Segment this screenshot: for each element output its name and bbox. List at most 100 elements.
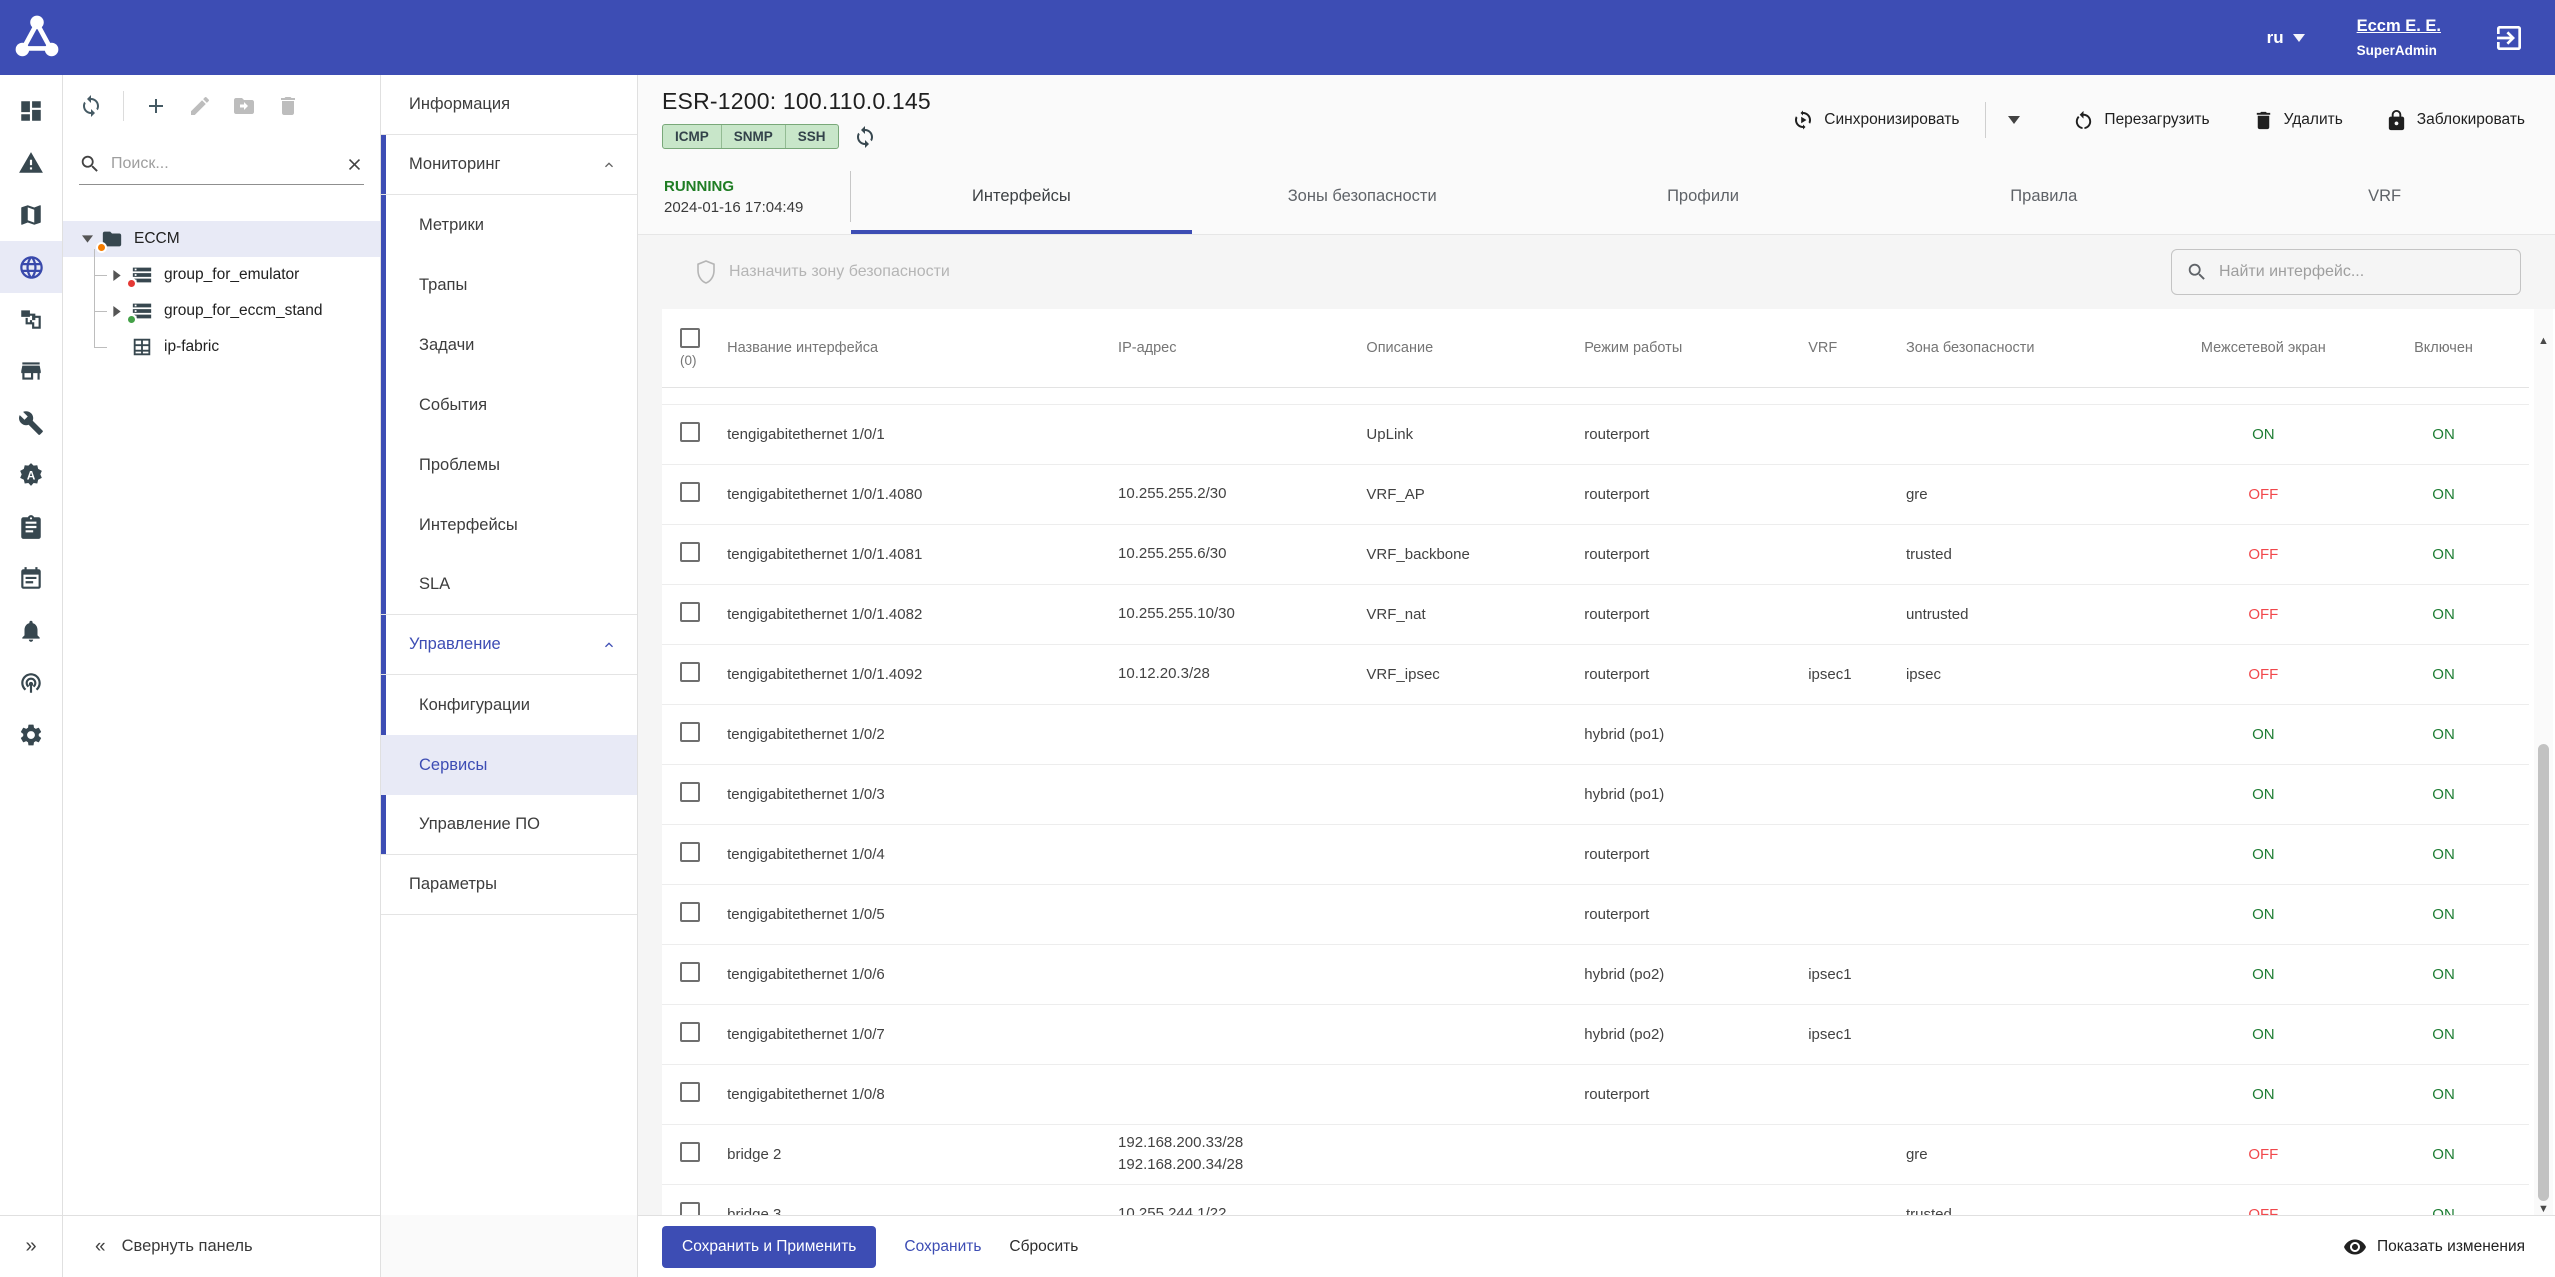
table-row[interactable]: tengigabitethernet 1/0/1 UpLink routerpo…: [662, 404, 2529, 464]
table-row[interactable]: bridge 2 192.168.200.33/28192.168.200.34…: [662, 1124, 2529, 1184]
save-and-apply-button[interactable]: Сохранить и Применить: [662, 1226, 876, 1268]
nav-item-management[interactable]: Управление: [381, 615, 637, 675]
col-firewall[interactable]: Межсетевой экран: [2169, 309, 2366, 387]
row-checkbox[interactable]: [680, 962, 700, 982]
refresh-tree-icon[interactable]: [79, 94, 103, 118]
synchronize-button[interactable]: Синхронизировать: [1791, 108, 1959, 132]
table-row[interactable]: tengigabitethernet 1/0/1.4092 10.12.20.3…: [662, 644, 2529, 704]
table-row[interactable]: tengigabitethernet 1/0/4 routerport ON O…: [662, 824, 2529, 884]
caret-right-icon[interactable]: [107, 270, 127, 281]
col-description[interactable]: Описание: [1366, 309, 1584, 387]
store-icon[interactable]: [0, 345, 62, 397]
show-changes-button[interactable]: Показать изменения: [2343, 1235, 2525, 1259]
devices-globe-icon[interactable]: [0, 241, 62, 293]
tree-node-eccm[interactable]: ECCM: [63, 221, 380, 257]
table-row[interactable]: tengigabitethernet 1/0/8 routerport ON O…: [662, 1064, 2529, 1124]
nav-item-software[interactable]: Управление ПО: [381, 795, 637, 855]
table-row[interactable]: tengigabitethernet 1/0/1.4081 10.255.255…: [662, 524, 2529, 584]
col-interface-name[interactable]: Название интерфейса: [727, 309, 1118, 387]
reset-button[interactable]: Сбросить: [1009, 1238, 1078, 1256]
tab-interfaces[interactable]: Интерфейсы: [851, 159, 1192, 234]
vertical-scrollbar[interactable]: ▲ ▼: [2534, 309, 2553, 1215]
edit-node-icon[interactable]: [188, 94, 212, 118]
nav-item-parameters[interactable]: Параметры: [381, 855, 637, 915]
row-checkbox[interactable]: [680, 902, 700, 922]
delete-device-button[interactable]: Удалить: [2252, 109, 2343, 132]
row-checkbox[interactable]: [680, 662, 700, 682]
lock-device-button[interactable]: Заблокировать: [2385, 109, 2525, 132]
nav-item-sla[interactable]: SLA: [381, 555, 637, 615]
monitoring-radar-icon[interactable]: [0, 657, 62, 709]
settings-icon[interactable]: [0, 709, 62, 761]
caret-right-icon[interactable]: [107, 306, 127, 317]
table-row[interactable]: tengigabitethernet 1/0/3 hybrid (po1) ON…: [662, 764, 2529, 824]
row-checkbox[interactable]: [680, 422, 700, 442]
nav-item-interfaces[interactable]: Интерфейсы: [381, 495, 637, 555]
logout-icon[interactable]: [2493, 22, 2525, 54]
nav-item-events[interactable]: События: [381, 375, 637, 435]
col-vrf[interactable]: VRF: [1808, 309, 1906, 387]
notifications-icon[interactable]: [0, 605, 62, 657]
row-checkbox[interactable]: [680, 1142, 700, 1162]
dashboard-icon[interactable]: [0, 85, 62, 137]
tab-vrf[interactable]: VRF: [2214, 159, 2555, 234]
nav-item-services[interactable]: Сервисы: [381, 735, 637, 795]
col-zone[interactable]: Зона безопасности: [1906, 309, 2169, 387]
tasks-icon[interactable]: [0, 501, 62, 553]
language-selector[interactable]: ru: [2267, 28, 2305, 48]
table-row[interactable]: tengigabitethernet 1/0/2 hybrid (po1) ON…: [662, 704, 2529, 764]
row-checkbox[interactable]: [680, 1202, 700, 1215]
add-node-icon[interactable]: [144, 94, 168, 118]
table-row[interactable]: tengigabitethernet 1/0/6 hybrid (po2) ip…: [662, 944, 2529, 1004]
save-button[interactable]: Сохранить: [904, 1238, 981, 1256]
row-checkbox[interactable]: [680, 722, 700, 742]
tab-rules[interactable]: Правила: [1873, 159, 2214, 234]
topology-icon[interactable]: [0, 293, 62, 345]
tab-profiles[interactable]: Профили: [1533, 159, 1874, 234]
row-checkbox[interactable]: [680, 1022, 700, 1042]
nav-item-monitoring[interactable]: Мониторинг: [381, 135, 637, 195]
tree-node-group-emulator[interactable]: group_for_emulator: [85, 257, 380, 293]
caret-down-icon[interactable]: [77, 235, 97, 243]
move-node-icon[interactable]: [232, 94, 256, 118]
nav-item-tasks[interactable]: Задачи: [381, 315, 637, 375]
row-checkbox[interactable]: [680, 782, 700, 802]
scrollbar-thumb[interactable]: [2538, 744, 2549, 1201]
alerts-icon[interactable]: [0, 137, 62, 189]
user-name-link[interactable]: Eccm E. E.: [2357, 17, 2441, 36]
nav-item-problems[interactable]: Проблемы: [381, 435, 637, 495]
table-row[interactable]: tengigabitethernet 1/0/7 hybrid (po2) ip…: [662, 1004, 2529, 1064]
nav-item-metrics[interactable]: Метрики: [381, 195, 637, 255]
nav-item-configurations[interactable]: Конфигурации: [381, 675, 637, 735]
reboot-button[interactable]: Перезагрузить: [2072, 109, 2209, 132]
table-row[interactable]: tengigabitethernet 1/0/1.4082 10.255.255…: [662, 584, 2529, 644]
table-row[interactable]: tengigabitethernet 1/0/1.4080 10.255.255…: [662, 464, 2529, 524]
scroll-down-icon[interactable]: ▼: [2534, 1203, 2553, 1215]
expand-rail-button[interactable]: »: [0, 1215, 63, 1277]
row-checkbox[interactable]: [680, 482, 700, 502]
row-checkbox[interactable]: [680, 602, 700, 622]
table-row[interactable]: bridge 3 10.255.244.1/22 trusted OFF ON: [662, 1184, 2529, 1215]
col-enabled[interactable]: Включен: [2366, 309, 2529, 387]
tab-security-zones[interactable]: Зоны безопасности: [1192, 159, 1533, 234]
row-checkbox[interactable]: [680, 842, 700, 862]
col-ip[interactable]: IP-адрес: [1118, 309, 1366, 387]
sync-dropdown-caret[interactable]: [1986, 116, 2030, 124]
table-row[interactable]: tengigabitethernet 1/0/5 routerport ON O…: [662, 884, 2529, 944]
tree-node-ip-fabric[interactable]: ip-fabric: [85, 329, 380, 365]
row-checkbox[interactable]: [680, 542, 700, 562]
scroll-up-icon[interactable]: ▲: [2534, 335, 2553, 347]
close-icon[interactable]: [345, 155, 364, 174]
nav-item-information[interactable]: Информация: [381, 75, 637, 135]
nav-item-traps[interactable]: Трапы: [381, 255, 637, 315]
tree-search-input[interactable]: [111, 155, 335, 173]
tree-node-group-eccm-stand[interactable]: group_for_eccm_stand: [85, 293, 380, 329]
interface-search-input[interactable]: [2219, 263, 2506, 281]
calendar-icon[interactable]: [0, 553, 62, 605]
badge-a-icon[interactable]: A: [0, 449, 62, 501]
collapse-panel-button[interactable]: « Свернуть панель: [63, 1215, 381, 1277]
tools-icon[interactable]: [0, 397, 62, 449]
row-checkbox[interactable]: [680, 1082, 700, 1102]
select-all-checkbox[interactable]: [680, 328, 700, 348]
delete-node-icon[interactable]: [276, 94, 300, 118]
